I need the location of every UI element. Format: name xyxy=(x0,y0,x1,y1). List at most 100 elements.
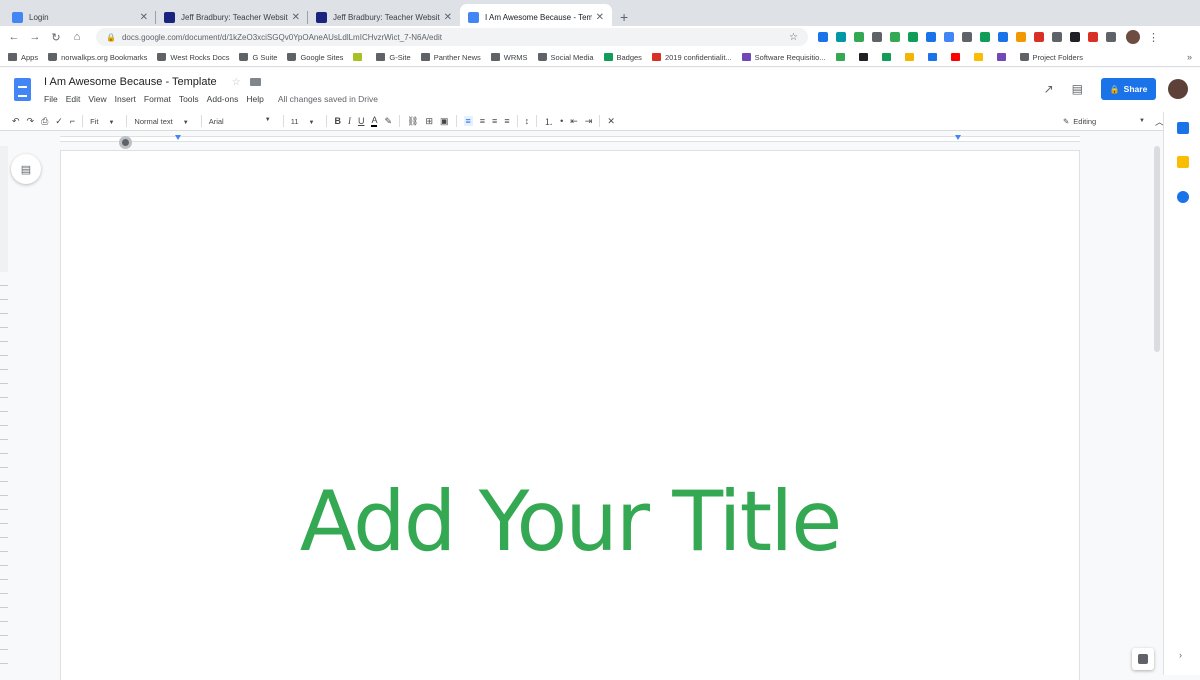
bookmark-item[interactable] xyxy=(973,53,987,61)
text-color-icon[interactable]: A xyxy=(371,115,378,127)
bold-icon[interactable]: B xyxy=(334,116,341,126)
activity-dashboard-icon[interactable]: ↗ xyxy=(1044,82,1054,96)
extension-icon[interactable] xyxy=(872,32,882,42)
bookmark-item[interactable]: Google Sites xyxy=(287,53,343,62)
extension-icon[interactable] xyxy=(980,32,990,42)
extension-icon[interactable] xyxy=(962,32,972,42)
bookmark-star-icon[interactable]: ☆ xyxy=(789,32,798,43)
extension-icon[interactable] xyxy=(1088,32,1098,42)
new-tab-icon[interactable]: + xyxy=(620,9,628,25)
align-right-icon[interactable]: ≡ xyxy=(492,116,497,126)
browser-menu-icon[interactable]: ⋮ xyxy=(1148,31,1159,44)
doc-title[interactable]: I Am Awesome Because - Template xyxy=(44,76,217,88)
bookmark-item[interactable] xyxy=(858,53,872,61)
bookmarks-overflow-icon[interactable]: » xyxy=(1187,52,1192,62)
print-icon[interactable]: ⎙ xyxy=(41,116,48,127)
align-left-icon[interactable]: ≡ xyxy=(463,116,473,126)
menu-insert[interactable]: Insert xyxy=(115,94,136,104)
reload-icon[interactable]: ↻ xyxy=(48,31,64,44)
close-icon[interactable]: ✕ xyxy=(444,12,452,23)
extension-icon[interactable] xyxy=(854,32,864,42)
extension-icon[interactable] xyxy=(818,32,828,42)
bookmark-item[interactable]: Badges xyxy=(603,53,642,62)
document-page[interactable]: Add Your Title xyxy=(60,150,1080,680)
close-icon[interactable]: ✕ xyxy=(292,12,300,23)
align-center-icon[interactable]: ≡ xyxy=(480,116,485,126)
move-folder-icon[interactable] xyxy=(249,78,261,87)
document-title-text[interactable]: Add Your Title xyxy=(61,473,1079,570)
bookmark-item[interactable]: norwalkps.org Bookmarks xyxy=(48,53,147,62)
menu-file[interactable]: File xyxy=(44,94,58,104)
bulleted-list-icon[interactable]: • xyxy=(560,116,563,126)
italic-icon[interactable]: I xyxy=(348,116,351,126)
document-outline-icon[interactable]: ▤ xyxy=(11,154,41,184)
lock-icon[interactable]: 🔒 xyxy=(106,33,116,42)
keep-icon[interactable] xyxy=(1177,156,1189,168)
bookmark-item[interactable]: Software Requisitio... xyxy=(741,53,826,62)
bookmark-item[interactable]: 2019 confidentialit... xyxy=(651,53,732,62)
account-avatar[interactable] xyxy=(1168,79,1188,99)
numbered-list-icon[interactable]: ⒈ xyxy=(544,115,553,128)
menu-tools[interactable]: Tools xyxy=(179,94,199,104)
clear-formatting-icon[interactable]: ✕ xyxy=(607,116,615,127)
chevron-right-icon[interactable]: › xyxy=(1179,650,1182,660)
editing-mode-select[interactable]: ✎ Editing ▼ xyxy=(1063,117,1145,126)
bookmark-item[interactable]: Panther News xyxy=(420,53,481,62)
bookmark-item[interactable]: Apps xyxy=(8,53,38,62)
home-icon[interactable]: ⌂ xyxy=(69,31,85,43)
spellcheck-icon[interactable]: ✓ xyxy=(55,116,63,127)
redo-icon[interactable]: ↷ xyxy=(27,116,35,127)
extension-icon[interactable] xyxy=(908,32,918,42)
calendar-icon[interactable] xyxy=(1177,122,1189,134)
extension-icon[interactable] xyxy=(836,32,846,42)
menu-format[interactable]: Format xyxy=(144,94,171,104)
close-icon[interactable]: ✕ xyxy=(596,12,604,23)
underline-icon[interactable]: U xyxy=(358,116,365,126)
extension-icon[interactable] xyxy=(1034,32,1044,42)
horizontal-ruler[interactable] xyxy=(0,132,1162,149)
extension-icon[interactable] xyxy=(890,32,900,42)
menu-edit[interactable]: Edit xyxy=(66,94,81,104)
vertical-scrollbar[interactable] xyxy=(1152,146,1162,675)
insert-link-icon[interactable]: ⛓ xyxy=(407,116,418,127)
bookmark-item[interactable]: G-Site xyxy=(376,53,411,62)
menu-addons[interactable]: Add-ons xyxy=(207,94,239,104)
highlight-color-icon[interactable]: ✎ xyxy=(384,116,392,127)
explore-button[interactable] xyxy=(1132,648,1154,670)
bookmark-item[interactable]: WRMS xyxy=(490,53,528,62)
extension-icon[interactable] xyxy=(998,32,1008,42)
insert-image-icon[interactable]: ▣ xyxy=(440,116,449,127)
back-arrow-icon[interactable]: ← xyxy=(6,31,22,43)
forward-arrow-icon[interactable]: → xyxy=(27,31,43,43)
extension-icon[interactable] xyxy=(1052,32,1062,42)
bookmark-item[interactable]: G Suite xyxy=(239,53,277,62)
insert-comment-icon[interactable]: ⊞ xyxy=(425,116,433,127)
tasks-icon[interactable] xyxy=(1177,191,1189,203)
star-icon[interactable]: ☆ xyxy=(232,77,241,88)
comments-icon[interactable]: ▤ xyxy=(1072,82,1083,96)
save-status[interactable]: All changes saved in Drive xyxy=(278,94,378,104)
zoom-select[interactable]: Fit ▼ xyxy=(90,117,114,126)
bookmark-item[interactable]: West Rocks Docs xyxy=(157,53,229,62)
extension-icon[interactable] xyxy=(1106,32,1116,42)
undo-icon[interactable]: ↶ xyxy=(12,116,20,127)
menu-help[interactable]: Help xyxy=(246,94,263,104)
close-icon[interactable]: ✕ xyxy=(140,12,148,23)
paint-format-icon[interactable]: ⌐ xyxy=(70,116,75,126)
bookmark-item[interactable] xyxy=(950,53,964,61)
share-button[interactable]: 🔒 Share xyxy=(1101,78,1156,100)
bookmark-item[interactable]: Project Folders xyxy=(1019,53,1083,62)
bookmark-item[interactable] xyxy=(835,53,849,61)
bookmark-item[interactable] xyxy=(904,53,918,61)
ruler-drag-handle[interactable] xyxy=(119,136,132,149)
bookmark-item[interactable] xyxy=(881,53,895,61)
increase-indent-icon[interactable]: ⇥ xyxy=(585,116,593,127)
right-indent-marker[interactable] xyxy=(955,135,961,140)
align-justify-icon[interactable]: ≡ xyxy=(504,116,509,126)
line-spacing-icon[interactable]: ↕ xyxy=(525,116,530,126)
extension-icon[interactable] xyxy=(1070,32,1080,42)
font-size-select[interactable]: 11 ▼ xyxy=(291,117,315,126)
bookmark-item[interactable]: Social Media xyxy=(537,53,594,62)
profile-avatar[interactable] xyxy=(1126,30,1140,44)
extension-icon[interactable] xyxy=(944,32,954,42)
